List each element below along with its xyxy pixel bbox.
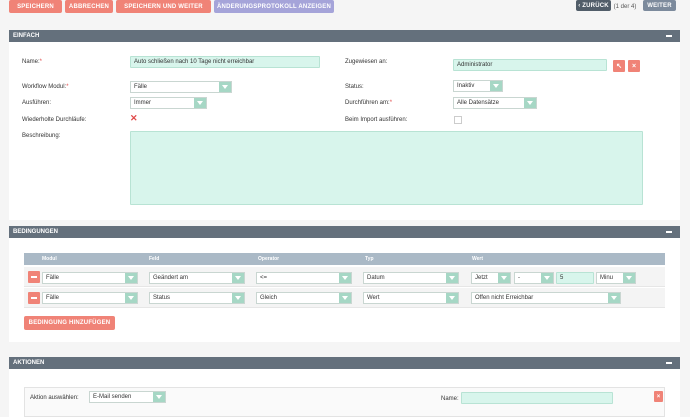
wert-sign-select[interactable]: - bbox=[514, 272, 554, 284]
save-continue-button[interactable]: SPEICHERN UND WEITER bbox=[116, 0, 211, 13]
chevron-down-icon bbox=[339, 273, 351, 283]
run-on-select[interactable]: Alle Datensätze bbox=[453, 97, 537, 109]
typ-select[interactable]: Datum bbox=[363, 272, 459, 284]
import-checkbox[interactable] bbox=[454, 116, 462, 124]
action-name-label: Name: bbox=[441, 396, 459, 402]
next-button[interactable]: WEITER bbox=[643, 0, 676, 11]
chevron-down-icon bbox=[219, 82, 231, 92]
description-textarea[interactable] bbox=[130, 131, 643, 205]
chevron-down-icon bbox=[498, 273, 510, 283]
close-icon: × bbox=[631, 62, 637, 70]
collapse-icon[interactable] bbox=[666, 362, 672, 364]
table-row: Fälle Geändert am <= Datum Jetzt - 5 Min… bbox=[24, 267, 665, 287]
assigned-label: Zugewiesen an: bbox=[345, 59, 388, 65]
table-row: Fälle Status Gleich Wert Offen nicht Err… bbox=[24, 288, 665, 308]
add-condition-button[interactable]: BEDINGUNG HINZUFÜGEN bbox=[24, 316, 115, 330]
cancel-button[interactable]: ABBRECHEN bbox=[65, 0, 113, 13]
feld-select[interactable]: Status bbox=[149, 292, 245, 304]
import-label: Beim Import ausführen: bbox=[345, 117, 408, 123]
chevron-down-icon bbox=[194, 98, 206, 108]
module-label: Workflow Modul:* bbox=[22, 84, 69, 90]
repeat-label: Wiederholte Durchläufe: bbox=[22, 117, 87, 123]
conditions-table-header: Modul Feld Operator Typ Wert bbox=[24, 253, 665, 265]
run-label: Ausführen: bbox=[22, 100, 52, 106]
arrow-icon: ↖ bbox=[616, 63, 622, 70]
clear-user-button[interactable]: × bbox=[628, 60, 640, 72]
typ-select[interactable]: Wert bbox=[363, 292, 459, 304]
remove-condition-button[interactable] bbox=[28, 271, 40, 283]
chevron-down-icon bbox=[608, 293, 620, 303]
chevron-down-icon bbox=[524, 98, 536, 108]
chevron-down-icon bbox=[490, 81, 502, 91]
wert-amount-input[interactable]: 5 bbox=[556, 272, 594, 284]
chevron-down-icon bbox=[232, 273, 244, 283]
wert-select[interactable]: Offen nicht Erreichbar bbox=[471, 292, 621, 304]
chevron-down-icon bbox=[541, 273, 553, 283]
status-label: Status: bbox=[345, 84, 364, 90]
action-select-label: Aktion auswählen: bbox=[30, 395, 79, 401]
section-einfach-header[interactable]: EINFACH bbox=[9, 30, 680, 42]
section-bedingungen-header[interactable]: BEDINGUNGEN bbox=[9, 226, 680, 238]
assigned-input[interactable]: Administrator bbox=[453, 59, 607, 71]
remove-condition-button[interactable] bbox=[28, 292, 40, 304]
chevron-down-icon bbox=[623, 273, 635, 283]
remove-action-button[interactable]: × bbox=[654, 391, 663, 402]
action-select[interactable]: E-Mail senden bbox=[89, 391, 166, 403]
close-icon: × bbox=[656, 393, 661, 400]
chevron-down-icon bbox=[153, 392, 165, 402]
run-select[interactable]: Immer bbox=[130, 97, 207, 109]
operator-select[interactable]: Gleich bbox=[256, 292, 352, 304]
status-select[interactable]: Inaktiv bbox=[453, 80, 503, 92]
select-user-button[interactable]: ↖ bbox=[613, 60, 625, 72]
operator-select[interactable]: <= bbox=[256, 272, 352, 284]
changelog-button[interactable]: ÄNDERUNGSPROTOKOLL ANZEIGEN bbox=[214, 0, 334, 13]
feld-select[interactable]: Geändert am bbox=[149, 272, 245, 284]
name-label: Name:* bbox=[22, 59, 43, 65]
wert-base-select[interactable]: Jetzt bbox=[471, 272, 511, 284]
save-button[interactable]: SPEICHERN bbox=[9, 0, 62, 13]
wert-unit-select[interactable]: Minu bbox=[596, 272, 636, 284]
section-aktionen-header[interactable]: AKTIONEN bbox=[9, 357, 680, 369]
collapse-icon[interactable] bbox=[666, 231, 672, 233]
collapse-icon[interactable] bbox=[666, 35, 672, 37]
back-button[interactable]: ‹ ZURÜCK bbox=[576, 0, 611, 11]
modul-select[interactable]: Fälle bbox=[42, 292, 138, 304]
run-on-label: Durchführen am:* bbox=[345, 100, 393, 106]
cross-icon[interactable]: ✕ bbox=[130, 113, 138, 124]
description-label: Beschreibung: bbox=[22, 133, 61, 139]
name-input[interactable]: Auto schließen nach 10 Tage nicht erreic… bbox=[130, 56, 320, 68]
modul-select[interactable]: Fälle bbox=[42, 272, 138, 284]
chevron-down-icon bbox=[125, 273, 137, 283]
chevron-down-icon bbox=[446, 273, 458, 283]
chevron-down-icon bbox=[232, 293, 244, 303]
chevron-down-icon bbox=[125, 293, 137, 303]
chevron-down-icon bbox=[446, 293, 458, 303]
pager-text: (1 der 4) bbox=[613, 4, 637, 10]
chevron-down-icon bbox=[339, 293, 351, 303]
module-select[interactable]: Fälle bbox=[130, 81, 232, 93]
action-name-input[interactable] bbox=[461, 392, 613, 404]
